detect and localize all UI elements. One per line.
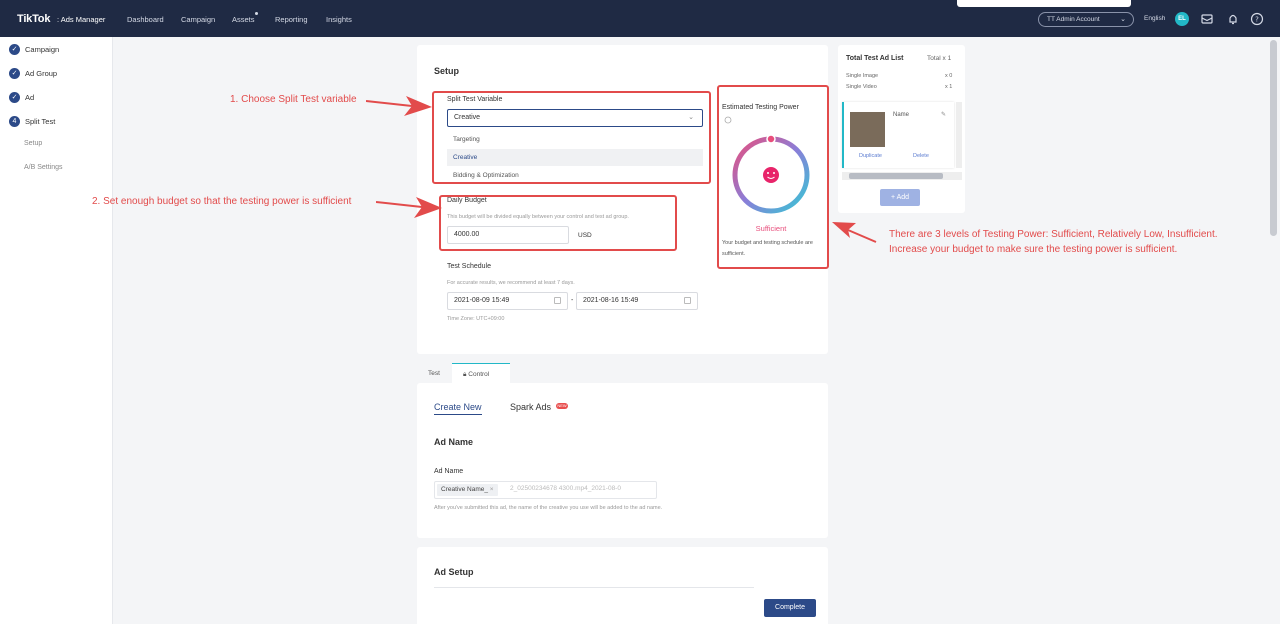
highlight-budget bbox=[439, 195, 677, 251]
avatar[interactable]: EL bbox=[1175, 12, 1189, 26]
calendar-icon bbox=[554, 297, 561, 304]
tag-text: Creative Name_ bbox=[441, 486, 488, 493]
single-image-count: x 0 bbox=[945, 73, 953, 79]
check-icon: ✓ bbox=[9, 91, 20, 103]
ad-name-suffix: 2_02500234678 4300.mp4_2021-08-0 bbox=[510, 485, 621, 492]
test-schedule-label: Test Schedule bbox=[447, 263, 491, 270]
sidebar-substep-ab-settings[interactable]: A/B Settings bbox=[24, 164, 63, 171]
nav-reporting[interactable]: Reporting bbox=[275, 15, 308, 24]
account-selector[interactable]: TT Admin Account ⌄ bbox=[1038, 12, 1134, 27]
sidebar-step-ad[interactable]: ✓ Ad bbox=[9, 91, 34, 103]
step-label: Ad Group bbox=[25, 68, 58, 78]
nav-dashboard[interactable]: Dashboard bbox=[127, 15, 164, 24]
add-ad-button[interactable]: + Add bbox=[880, 189, 920, 206]
account-name: TT Admin Account bbox=[1047, 16, 1100, 23]
end-date: 2021-08-16 15:49 bbox=[583, 297, 639, 304]
tab-spark-ads[interactable]: Spark Ads bbox=[510, 402, 551, 412]
step-label: Split Test bbox=[25, 116, 56, 126]
language-selector[interactable]: English bbox=[1144, 15, 1165, 22]
mail-icon[interactable] bbox=[1200, 12, 1214, 26]
start-date: 2021-08-09 15:49 bbox=[454, 297, 510, 304]
ad-name-section-title: Ad Name bbox=[434, 437, 474, 447]
highlight-testing-power bbox=[717, 85, 829, 269]
highlight-variable bbox=[432, 91, 711, 184]
chevron-down-icon: ⌄ bbox=[1120, 16, 1126, 23]
annotation-3-line1: There are 3 levels of Testing Power: Suf… bbox=[889, 229, 1218, 240]
ad-setup-divider bbox=[434, 587, 754, 591]
date-separator: - bbox=[571, 297, 574, 304]
tab-create-new[interactable]: Create New bbox=[434, 402, 482, 415]
bell-icon[interactable] bbox=[1226, 12, 1240, 26]
sidebar-step-split-test[interactable]: 4 Split Test bbox=[9, 115, 55, 127]
complete-button[interactable]: Complete bbox=[764, 599, 816, 617]
setup-title: Setup bbox=[434, 66, 460, 76]
notification-bar bbox=[957, 0, 1131, 7]
tab-test[interactable]: Test bbox=[428, 363, 450, 383]
svg-text:?: ? bbox=[1255, 16, 1259, 24]
ad-name-hint: After you've submitted this ad, the name… bbox=[434, 505, 663, 511]
single-image-label: Single Image bbox=[846, 73, 879, 79]
ad-list-total: Total x 1 bbox=[927, 55, 952, 62]
check-icon: ✓ bbox=[9, 43, 20, 55]
nav-assets[interactable]: Assets bbox=[232, 15, 255, 24]
ad-card-scrollbar[interactable] bbox=[956, 102, 962, 168]
arrow-1-icon bbox=[366, 96, 432, 116]
help-icon[interactable]: ? bbox=[1250, 12, 1264, 26]
edit-icon[interactable]: ✎ bbox=[941, 111, 946, 118]
sidebar-substep-setup[interactable]: Setup bbox=[24, 140, 42, 147]
new-badge: NEW bbox=[556, 403, 568, 409]
assets-dot bbox=[255, 12, 258, 15]
tiktok-logo[interactable]: TikTok bbox=[17, 13, 50, 25]
ad-setup-title: Ad Setup bbox=[434, 567, 474, 577]
video-thumbnail[interactable] bbox=[850, 112, 885, 147]
top-nav: TikTok : Ads Manager Dashboard Campaign … bbox=[0, 0, 1280, 37]
arrow-2-icon bbox=[376, 197, 442, 218]
nav-campaign[interactable]: Campaign bbox=[181, 15, 215, 24]
tab-control-label: Control bbox=[468, 371, 490, 378]
ad-card-name: Name bbox=[893, 112, 910, 118]
step-label: Ad bbox=[25, 92, 35, 102]
sidebar-step-campaign[interactable]: ✓ Campaign bbox=[9, 43, 59, 55]
creative-name-tag[interactable]: Creative Name_ × bbox=[437, 484, 498, 496]
calendar-icon bbox=[684, 297, 691, 304]
duplicate-button[interactable]: Duplicate bbox=[859, 153, 882, 159]
step-label: Campaign bbox=[25, 44, 60, 54]
annotation-1: 1. Choose Split Test variable bbox=[230, 94, 357, 105]
nav-insights[interactable]: Insights bbox=[326, 15, 352, 24]
single-video-count: x 1 bbox=[945, 84, 953, 90]
arrow-3-icon bbox=[832, 222, 877, 243]
annotation-2: 2. Set enough budget so that the testing… bbox=[92, 196, 352, 207]
horizontal-scrollthumb[interactable] bbox=[849, 173, 943, 179]
timezone-label: Time Zone: UTC+09:00 bbox=[447, 316, 505, 322]
ads-manager-label: : Ads Manager bbox=[57, 15, 106, 24]
start-date-input[interactable]: 2021-08-09 15:49 bbox=[447, 292, 568, 310]
ad-list-title: Total Test Ad List bbox=[846, 55, 904, 62]
sidebar-step-ad-group[interactable]: ✓ Ad Group bbox=[9, 67, 57, 79]
ad-name-label: Ad Name bbox=[434, 468, 464, 475]
step-number: 4 bbox=[9, 115, 20, 127]
check-icon: ✓ bbox=[9, 67, 20, 79]
page-scrollbar[interactable] bbox=[1270, 40, 1277, 236]
close-icon[interactable]: × bbox=[490, 486, 494, 493]
annotation-3-line2: Increase your budget to make sure the te… bbox=[889, 244, 1178, 255]
tab-control[interactable]: 🔒︎ Control bbox=[452, 363, 510, 383]
end-date-input[interactable]: 2021-08-16 15:49 bbox=[576, 292, 698, 310]
single-video-label: Single Video bbox=[846, 84, 877, 90]
delete-button[interactable]: Delete bbox=[913, 153, 929, 159]
schedule-hint: For accurate results, we recommend at le… bbox=[447, 280, 575, 286]
horizontal-scrolltrack[interactable] bbox=[842, 172, 962, 180]
